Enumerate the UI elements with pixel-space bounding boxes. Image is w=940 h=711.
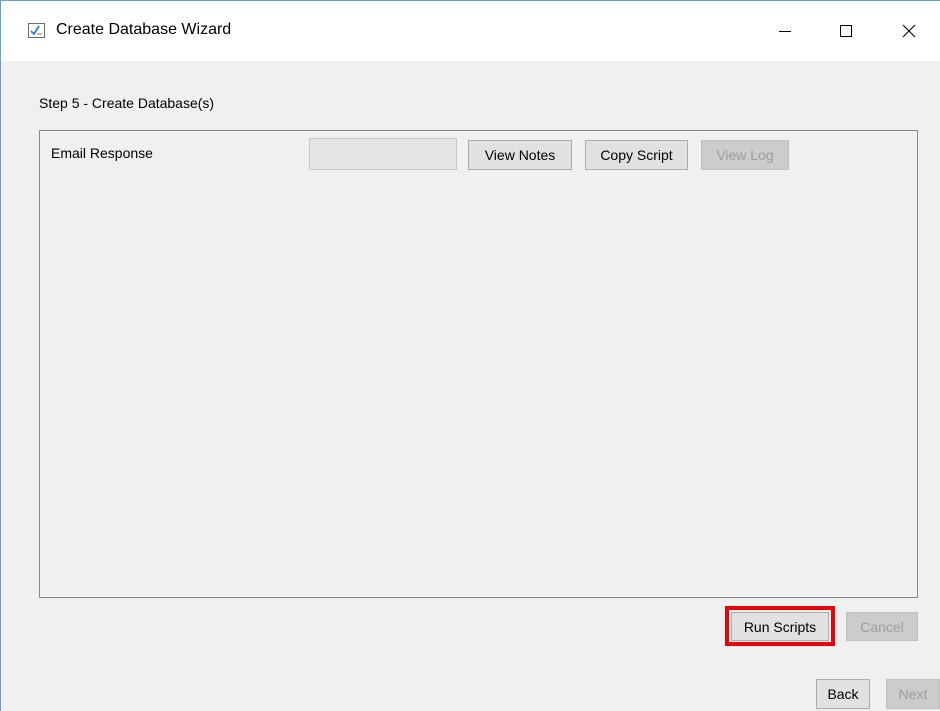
database-status-field: [309, 138, 457, 170]
back-button[interactable]: Back: [816, 679, 870, 709]
database-list-panel: Email Response View Notes Copy Script Vi…: [39, 130, 918, 598]
close-button[interactable]: [879, 1, 939, 61]
run-scripts-button[interactable]: Run Scripts: [731, 612, 829, 641]
view-notes-button[interactable]: View Notes: [468, 140, 572, 170]
next-button: Next: [886, 679, 940, 709]
minimize-icon: [778, 24, 792, 38]
view-log-button: View Log: [701, 140, 789, 170]
cancel-button: Cancel: [846, 612, 918, 641]
minimize-button[interactable]: [755, 1, 815, 61]
wizard-client-area: Step 5 - Create Database(s) Email Respon…: [1, 61, 940, 711]
window-title: Create Database Wizard: [56, 21, 232, 38]
database-name-label: Email Response: [51, 145, 153, 161]
title-bar[interactable]: Create Database Wizard: [1, 1, 940, 61]
maximize-button[interactable]: [816, 1, 876, 61]
step-title: Step 5 - Create Database(s): [39, 95, 215, 111]
maximize-icon: [839, 24, 853, 38]
close-icon: [902, 24, 916, 38]
wizard-checkbox-icon: [28, 23, 45, 38]
copy-script-button[interactable]: Copy Script: [585, 140, 688, 170]
create-database-wizard-window: Create Database Wizard Step 5 - Create D…: [0, 0, 940, 711]
